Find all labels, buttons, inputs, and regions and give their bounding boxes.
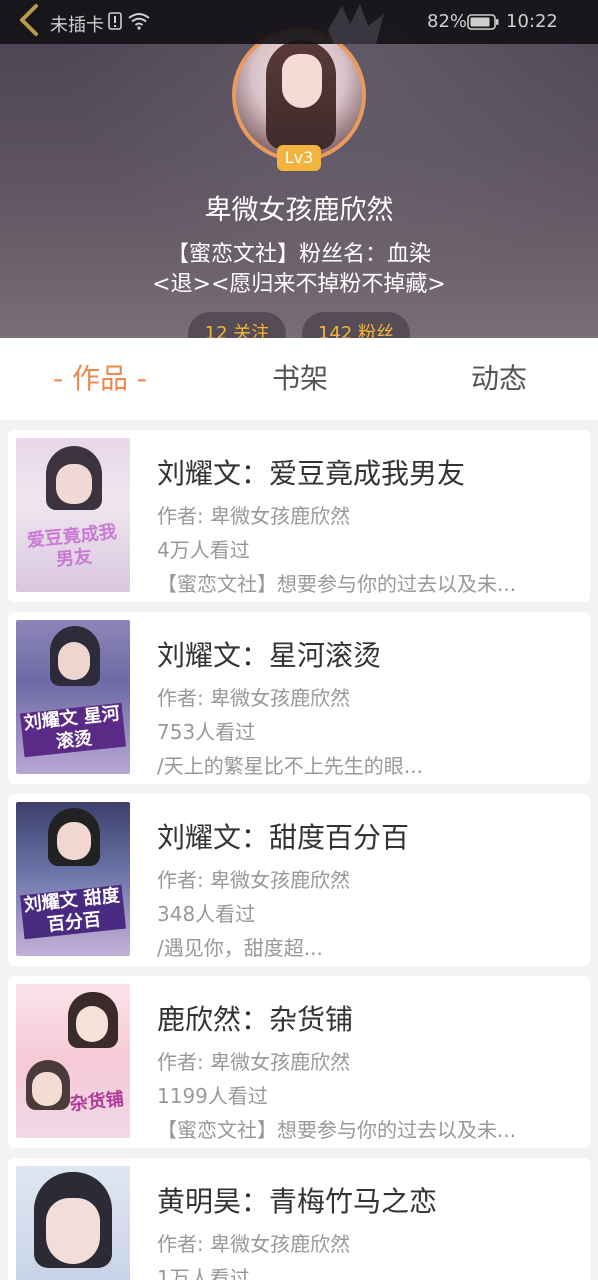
battery-percent: 82%	[427, 11, 468, 32]
book-views: 1199人看过	[157, 1084, 268, 1108]
bio-line-2: <退><愿归来不掉粉不掉藏>	[152, 272, 446, 297]
book-author: 作者: 卑微女孩鹿欣然	[157, 686, 351, 710]
book-description: /遇见你，甜度超...	[157, 936, 323, 960]
book-views: 348人看过	[157, 902, 256, 926]
profile-tabs: - 作品 - 书架 动态	[0, 338, 598, 420]
profile-name: 卑微女孩鹿欣然	[204, 195, 394, 226]
book-title: 刘耀文：星河滚烫	[157, 639, 382, 672]
works-list: 爱豆竟成我男友 刘耀文：爱豆竟成我男友 作者: 卑微女孩鹿欣然 4万人看过 【蜜…	[0, 420, 598, 1280]
sim-alert-icon	[108, 12, 122, 30]
book-description: 【蜜恋文社】想要参与你的过去以及未...	[157, 1118, 517, 1142]
crown-decoration-icon	[328, 4, 384, 44]
book-card[interactable]: 刘耀文 甜度百分百 刘耀文：甜度百分百 作者: 卑微女孩鹿欣然 348人看过 /…	[8, 794, 590, 966]
book-title: 黄明昊：青梅竹马之恋	[157, 1185, 438, 1218]
cover-title: 刘耀文 星河滚烫	[19, 702, 127, 758]
book-card[interactable]: 刘耀文 星河滚烫 刘耀文：星河滚烫 作者: 卑微女孩鹿欣然 753人看过 /天上…	[8, 612, 590, 784]
book-title: 刘耀文：甜度百分百	[157, 821, 410, 854]
book-description: 【蜜恋文社】想要参与你的过去以及未...	[157, 572, 517, 596]
bio-line-1: 【蜜恋文社】粉丝名：血染	[166, 242, 431, 267]
book-author: 作者: 卑微女孩鹿欣然	[157, 868, 351, 892]
cover-title: 爱豆竟成我男友	[25, 521, 118, 571]
book-cover	[16, 1166, 130, 1280]
book-views: 4万人看过	[157, 538, 250, 562]
tab-bookshelf[interactable]: 书架	[200, 338, 400, 420]
book-author: 作者: 卑微女孩鹿欣然	[157, 1050, 351, 1074]
carrier-label: 未插卡	[50, 15, 104, 36]
book-cover: 爱豆竟成我男友	[16, 438, 130, 592]
book-cover: 刘耀文 甜度百分百	[16, 802, 130, 956]
back-arrow-icon[interactable]	[10, 2, 50, 38]
clock: 10:22	[506, 11, 558, 32]
wifi-icon	[128, 13, 150, 30]
profile-bio: 【蜜恋文社】粉丝名：血染 <退><愿归来不掉粉不掉藏>	[0, 240, 598, 300]
book-card[interactable]: 黄明昊：青梅竹马之恋 作者: 卑微女孩鹿欣然 1万人看过	[8, 1158, 590, 1280]
book-card[interactable]: 杂货铺 鹿欣然：杂货铺 作者: 卑微女孩鹿欣然 1199人看过 【蜜恋文社】想要…	[8, 976, 590, 1148]
cover-title: 刘耀文 甜度百分百	[19, 884, 127, 940]
status-bar: 未插卡 82% 10:22	[0, 0, 598, 44]
book-author: 作者: 卑微女孩鹿欣然	[157, 504, 351, 528]
book-cover: 杂货铺	[16, 984, 130, 1138]
level-badge: Lv3	[277, 145, 321, 171]
book-title: 鹿欣然：杂货铺	[157, 1003, 354, 1036]
profile-header: 未插卡 82% 10:22 Lv3 卑微女孩鹿欣然 【蜜恋文社】粉丝名：血染 <…	[0, 0, 598, 340]
book-title: 刘耀文：爱豆竟成我男友	[157, 457, 466, 490]
avatar-face	[282, 54, 322, 108]
book-cover: 刘耀文 星河滚烫	[16, 620, 130, 774]
tab-feed[interactable]: 动态	[400, 338, 598, 420]
tab-works[interactable]: - 作品 -	[0, 338, 200, 420]
fans-count-button[interactable]: 142 粉丝	[302, 312, 410, 340]
book-description: /天上的繁星比不上先生的眼...	[157, 754, 423, 778]
book-author: 作者: 卑微女孩鹿欣然	[157, 1232, 351, 1256]
book-views: 1万人看过	[157, 1266, 250, 1280]
battery-icon	[467, 14, 499, 30]
book-views: 753人看过	[157, 720, 256, 744]
following-count-button[interactable]: 12 关注	[188, 312, 286, 340]
book-card[interactable]: 爱豆竟成我男友 刘耀文：爱豆竟成我男友 作者: 卑微女孩鹿欣然 4万人看过 【蜜…	[8, 430, 590, 602]
